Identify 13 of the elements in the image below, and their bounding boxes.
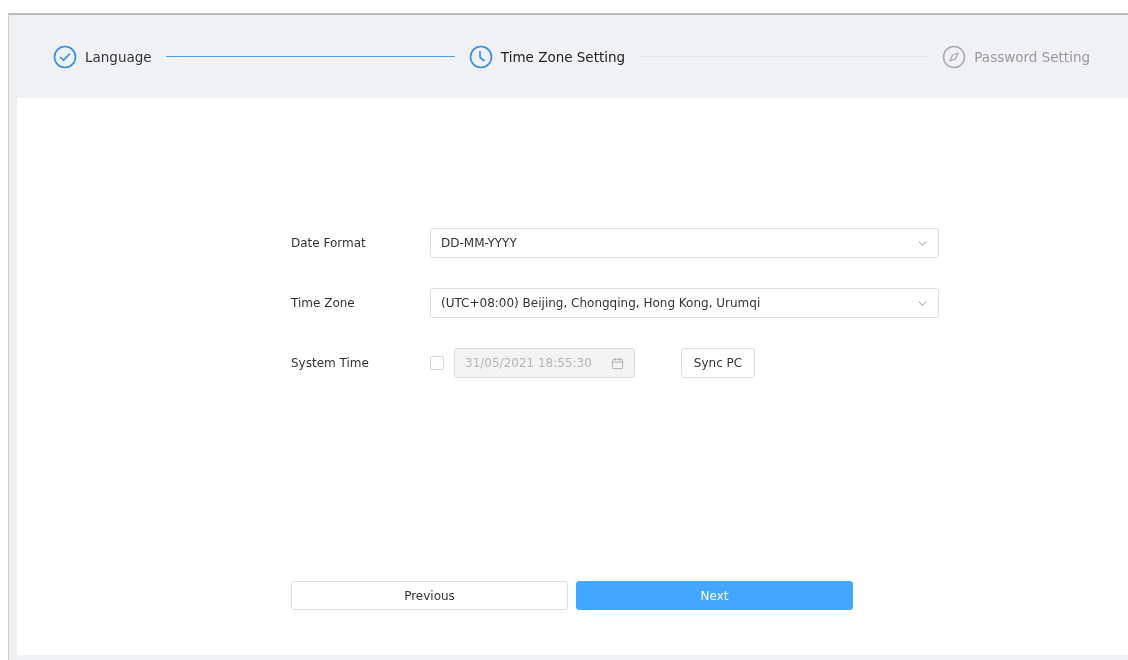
compass-icon (942, 44, 967, 69)
previous-button[interactable]: Previous (291, 581, 568, 610)
step-label: Password Setting (974, 48, 1090, 65)
field-label: Date Format (291, 236, 367, 250)
check-circle-icon (53, 44, 77, 69)
field-label: System Time (291, 356, 370, 370)
field-label: Time Zone (291, 296, 356, 310)
step-label: Language (85, 48, 152, 65)
dropdown-field[interactable]: DD-MM-YYYY (430, 228, 939, 258)
calendar-icon (611, 356, 624, 370)
dropdown-field[interactable]: (UTC+08:00) Beijing, Chongqing, Hong Kong, Urumqi (430, 288, 939, 318)
step-label: Time Zone Setting (500, 48, 626, 65)
clock-icon (468, 44, 493, 69)
